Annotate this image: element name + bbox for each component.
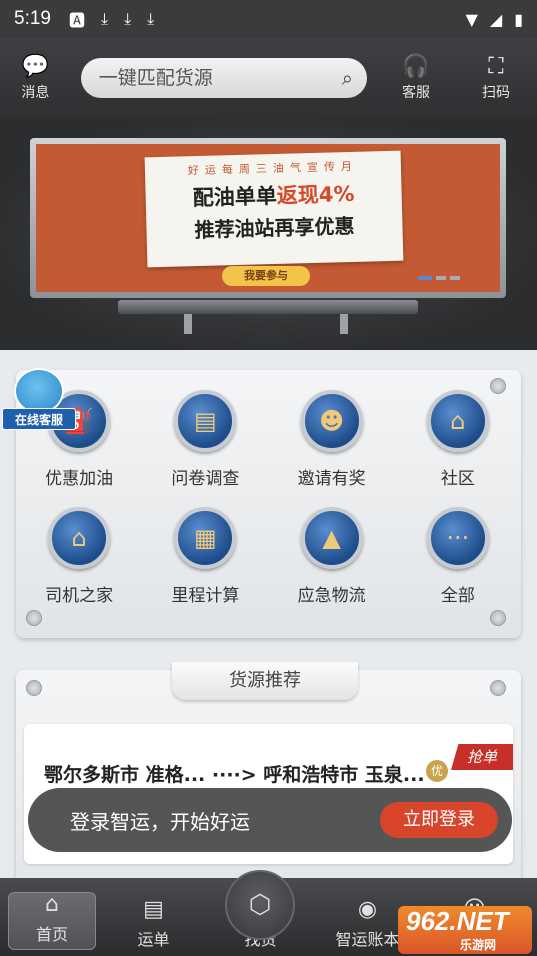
feature-label: 优惠加油 bbox=[45, 469, 114, 489]
feature-grid: ⛽ 优惠加油 ▤ 问卷调查 ☻ 邀请有奖 ⌂ 社区 ⌂ 司机之家 ▦ 里程计算 … bbox=[16, 390, 521, 606]
nav-find-cargo[interactable]: ⬡ 找货 bbox=[207, 870, 314, 956]
headset-icon: 🎧 bbox=[402, 54, 430, 79]
messages-label: 消息 bbox=[21, 85, 50, 101]
banner-join-button[interactable]: 我要参与 bbox=[222, 266, 310, 286]
message-icon: 💬 bbox=[21, 54, 50, 79]
site-watermark: 962.NET 乐游网 bbox=[398, 906, 532, 954]
feature-mileage[interactable]: ▦ 里程计算 bbox=[142, 507, 268, 606]
search-input[interactable] bbox=[98, 67, 342, 89]
indicator-dot bbox=[450, 276, 460, 280]
section-title: 货源推荐 bbox=[172, 662, 358, 700]
more-icon: ··· bbox=[426, 507, 489, 569]
screw-decoration bbox=[26, 680, 42, 696]
banner-indicator bbox=[418, 276, 460, 280]
banner-paper: 好运每周三油气宣传月 配油单单返现4% 推荐油站再享优惠 bbox=[144, 150, 404, 268]
nav-home[interactable]: ⌂ 首页 bbox=[8, 892, 96, 950]
billboard-leg bbox=[184, 314, 192, 334]
feature-emergency[interactable]: ▲ 应急物流 bbox=[269, 507, 395, 606]
scan-icon: ⛶ bbox=[488, 54, 504, 79]
feature-label: 问卷调查 bbox=[171, 469, 240, 489]
screw-decoration bbox=[490, 610, 506, 626]
feature-label: 应急物流 bbox=[297, 586, 366, 606]
screw-decoration bbox=[490, 680, 506, 696]
watermark-logo: 962.NET bbox=[406, 906, 509, 936]
feature-label: 全部 bbox=[440, 586, 475, 606]
banner-headline-highlight: 返现4% bbox=[276, 181, 355, 208]
feature-survey[interactable]: ▤ 问卷调查 bbox=[142, 390, 268, 489]
login-toast: 登录智运，开始好运 立即登录 bbox=[28, 788, 512, 852]
nav-label: 智运账本 bbox=[335, 930, 400, 949]
feature-label: 社区 bbox=[440, 469, 475, 489]
cargo-route: 鄂尔多斯市 准格... ····> 呼和浩特市 玉泉... bbox=[44, 764, 425, 786]
feature-label: 里程计算 bbox=[171, 586, 240, 606]
download-icon: ⤓ bbox=[147, 9, 155, 28]
screw-decoration bbox=[26, 610, 42, 626]
feature-invite[interactable]: ☻ 邀请有奖 bbox=[269, 390, 395, 489]
service-label: 客服 bbox=[402, 85, 430, 101]
scan-label: 扫码 bbox=[482, 85, 510, 101]
indicator-dot bbox=[418, 276, 432, 280]
ledger-icon: ◉ bbox=[357, 897, 378, 922]
status-time: 5:19 bbox=[14, 8, 51, 29]
indicator-dot bbox=[436, 276, 446, 280]
document-icon: ▤ bbox=[174, 390, 237, 452]
house-icon: ⌂ bbox=[426, 390, 489, 452]
siren-icon: ▲ bbox=[300, 507, 363, 569]
feature-label: 司机之家 bbox=[45, 586, 114, 606]
scan-button[interactable]: ⛶ 扫码 bbox=[471, 54, 521, 102]
status-bar: 5:19 🅰 ⤓ ⤓ ⤓ ▼ ◢ ▮ bbox=[0, 0, 537, 38]
feature-community[interactable]: ⌂ 社区 bbox=[395, 390, 521, 489]
banner-slogan: 好运每周三油气宣传月 bbox=[187, 159, 359, 178]
customer-service-button[interactable]: 🎧 客服 bbox=[391, 54, 441, 102]
nav-label: 运单 bbox=[137, 930, 170, 949]
billboard-stand bbox=[118, 300, 418, 314]
users-icon: ☻ bbox=[300, 390, 363, 452]
online-service-label: 在线客服 bbox=[2, 408, 76, 430]
billboard-leg bbox=[340, 314, 348, 334]
a-icon: 🅰 bbox=[68, 11, 85, 30]
login-button[interactable]: 立即登录 bbox=[380, 802, 498, 838]
feature-panel: ⛽ 优惠加油 ▤ 问卷调查 ☻ 邀请有奖 ⌂ 社区 ⌂ 司机之家 ▦ 里程计算 … bbox=[16, 370, 521, 638]
battery-icon: ▮ bbox=[514, 9, 523, 29]
wifi-icon: ▼ bbox=[465, 9, 478, 29]
nav-label: 首页 bbox=[35, 925, 68, 944]
search-bar[interactable]: ⌕ bbox=[80, 58, 367, 98]
banner-area: 好运每周三油气宣传月 配油单单返现4% 推荐油站再享优惠 我要参与 bbox=[0, 118, 537, 350]
download-icon: ⤓ bbox=[101, 9, 109, 28]
banner-headline-prefix: 配油单单 bbox=[192, 183, 278, 211]
toast-message: 登录智运，开始好运 bbox=[70, 809, 250, 834]
feature-all[interactable]: ··· 全部 bbox=[395, 507, 521, 606]
search-icon[interactable]: ⌕ bbox=[342, 66, 353, 90]
box-icon: ⬡ bbox=[225, 870, 295, 940]
home-box-icon: ⌂ bbox=[48, 507, 111, 569]
cargo-recommend-panel: 货源推荐 鄂尔多斯市 准格... ····> 呼和浩特市 玉泉... 优 抢单 bbox=[16, 662, 521, 890]
feature-label: 邀请有奖 bbox=[297, 469, 366, 489]
grab-order-button[interactable]: 抢单 bbox=[451, 744, 513, 770]
promo-banner[interactable]: 好运每周三油气宣传月 配油单单返现4% 推荐油站再享优惠 我要参与 bbox=[30, 138, 506, 298]
banner-subheadline: 推荐油站再享优惠 bbox=[194, 213, 355, 243]
nav-waybill[interactable]: ▤ 运单 bbox=[100, 890, 207, 956]
watermark-text: 乐游网 bbox=[460, 938, 497, 952]
premium-badge: 优 bbox=[426, 760, 448, 782]
download-icon: ⤓ bbox=[124, 9, 132, 28]
online-service-float[interactable]: 在线客服 bbox=[2, 368, 76, 434]
calculator-icon: ▦ bbox=[174, 507, 237, 569]
home-icon: ⌂ bbox=[45, 892, 59, 917]
messages-button[interactable]: 💬 消息 bbox=[16, 54, 55, 102]
signal-icon: ◢ bbox=[489, 9, 503, 29]
waybill-icon: ▤ bbox=[143, 897, 164, 922]
banner-headline: 配油单单返现4% bbox=[155, 177, 392, 213]
feature-driver-home[interactable]: ⌂ 司机之家 bbox=[16, 507, 142, 606]
top-header: 💬 消息 ⌕ 🎧 客服 ⛶ 扫码 bbox=[0, 38, 537, 118]
